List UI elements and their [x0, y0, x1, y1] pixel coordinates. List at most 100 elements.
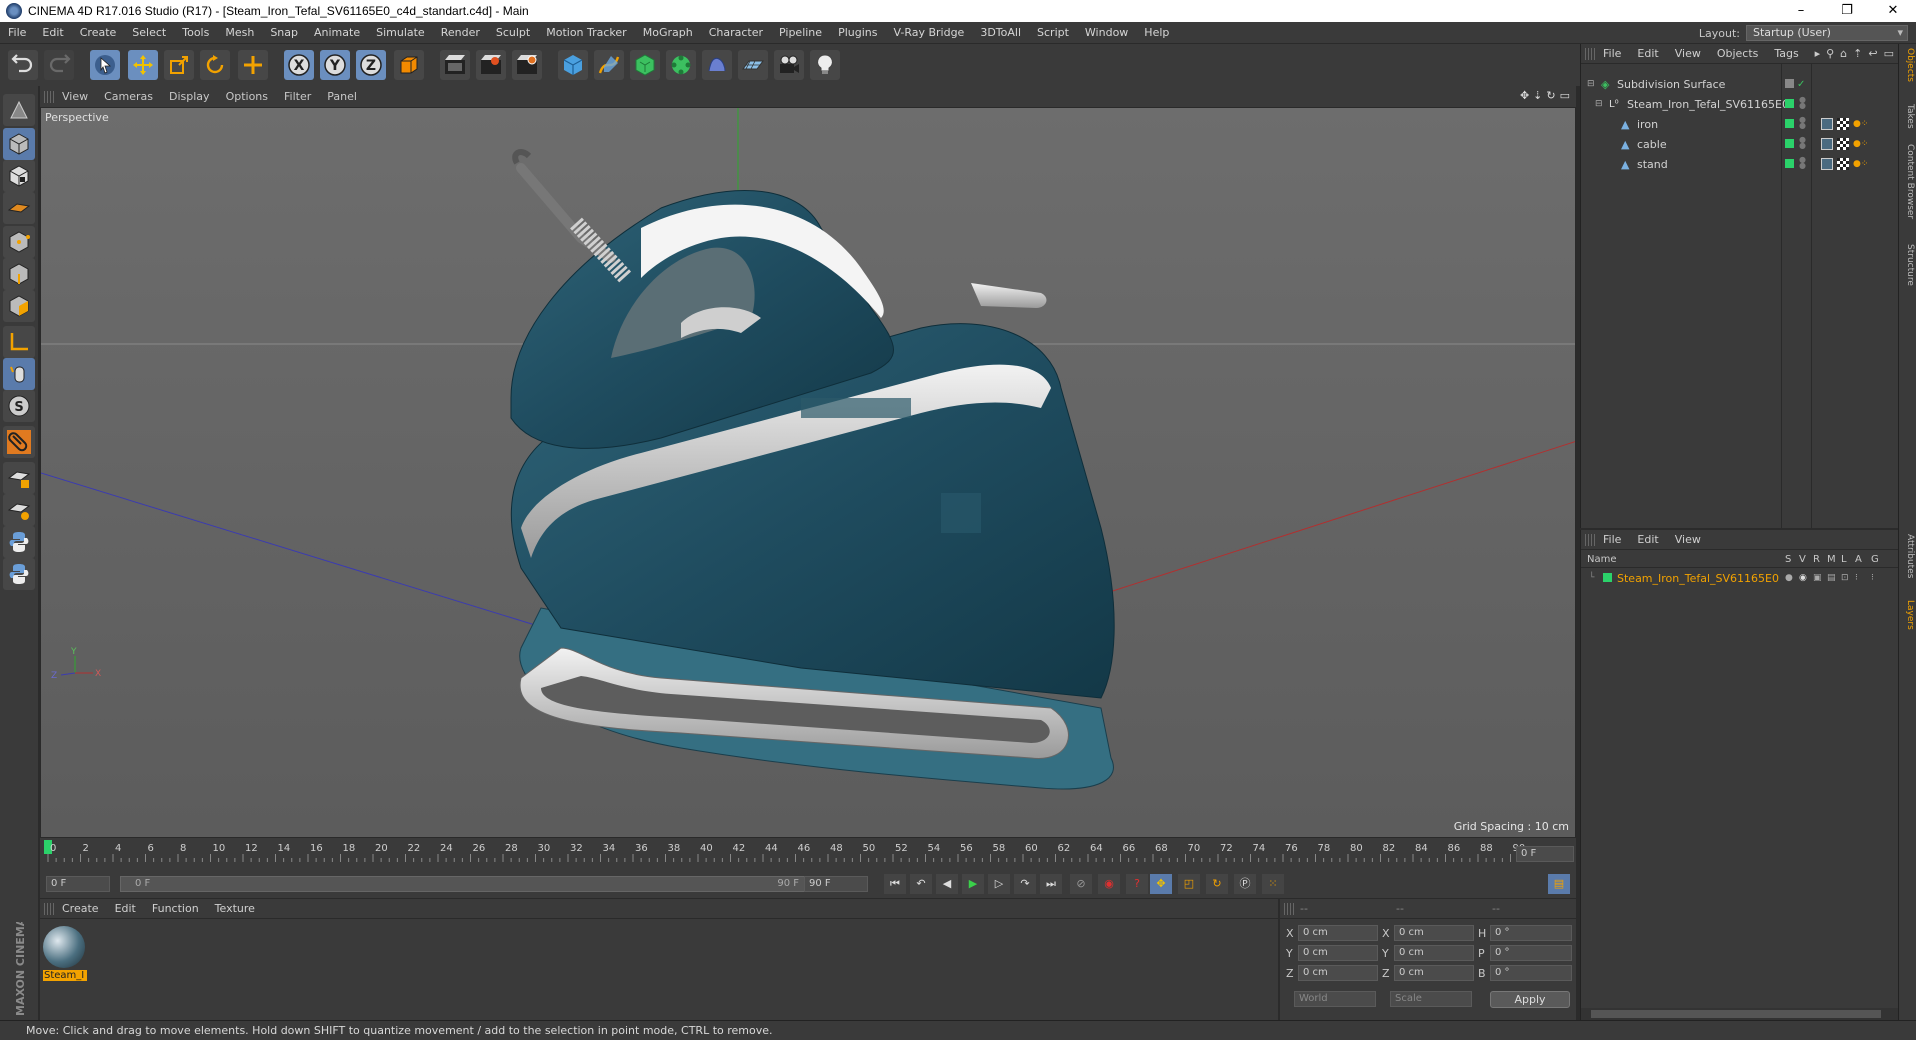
- snap-icon[interactable]: S: [3, 390, 35, 422]
- object-row-iron[interactable]: ▲ iron ● ● ●⁘: [1581, 116, 1899, 132]
- 3d-viewport[interactable]: Y X Z Perspective Grid Spacing : 10 cm: [40, 107, 1576, 838]
- layer-row[interactable]: └ Steam_Iron_Tefal_SV61165E0 ● ◉ ▣ ▤ ⊡ ⁝…: [1581, 570, 1899, 586]
- layer-solo-icon[interactable]: ●: [1785, 573, 1793, 583]
- position-x-field[interactable]: 0 cm: [1298, 925, 1378, 941]
- key-scale-icon[interactable]: ◰: [1178, 874, 1200, 894]
- layers-menu-edit[interactable]: Edit: [1629, 533, 1666, 546]
- close-button[interactable]: ✕: [1870, 0, 1916, 22]
- visibility-dots-icon[interactable]: ● ●: [1799, 116, 1806, 130]
- end-frame-field[interactable]: 90 F: [804, 876, 868, 892]
- timeline-ruler[interactable]: 0 2 4 6 8 10 12 14 16 18 20 22 24 26 28 30 32 34 36 38 40 42 4…: [40, 838, 1576, 870]
- material-tag-icon[interactable]: [1821, 118, 1833, 130]
- current-frame-field[interactable]: 0 F: [1516, 846, 1574, 862]
- position-y-field[interactable]: 0 cm: [1298, 945, 1378, 961]
- phong-tag-icon[interactable]: ●⁘: [1853, 139, 1868, 149]
- tab-content-browser[interactable]: Content Browser: [1901, 144, 1915, 219]
- objects-home-icon[interactable]: ⌂: [1840, 47, 1847, 60]
- key-rotation-icon[interactable]: ↻: [1206, 874, 1228, 894]
- layer-swatch[interactable]: [1785, 159, 1794, 168]
- texture-tag-icon[interactable]: [1837, 138, 1849, 150]
- tab-attributes[interactable]: Attributes: [1901, 534, 1915, 578]
- autokey-icon[interactable]: ◉: [1098, 874, 1120, 894]
- tab-takes[interactable]: Takes: [1901, 104, 1915, 129]
- render-view-icon[interactable]: [440, 50, 470, 80]
- goto-start-icon[interactable]: ⏮: [884, 874, 906, 894]
- points-mode-icon[interactable]: [3, 226, 35, 258]
- workplane-icon[interactable]: [3, 192, 35, 224]
- menu-motion-tracker[interactable]: Motion Tracker: [538, 22, 634, 44]
- layer-visible-icon[interactable]: ◉: [1799, 573, 1807, 583]
- polygons-mode-icon[interactable]: [3, 290, 35, 322]
- menu-sculpt[interactable]: Sculpt: [488, 22, 538, 44]
- y-axis-icon[interactable]: Y: [320, 50, 350, 80]
- visibility-dots-icon[interactable]: ● ●: [1799, 156, 1806, 170]
- viewport-menu-view[interactable]: View: [54, 90, 96, 103]
- texture-tag-icon[interactable]: [1837, 158, 1849, 170]
- material-menu-function[interactable]: Function: [144, 902, 207, 915]
- frame-range-slider[interactable]: 0 F 90 F: [120, 876, 814, 892]
- texture-tag-icon[interactable]: [1837, 118, 1849, 130]
- viewport-menu-options[interactable]: Options: [218, 90, 276, 103]
- rotation-p-field[interactable]: 0 °: [1490, 945, 1572, 961]
- planar-workplane-icon[interactable]: [3, 494, 35, 526]
- menu-3dtoall[interactable]: 3DToAll: [972, 22, 1029, 44]
- size-x-field[interactable]: 0 cm: [1394, 925, 1474, 941]
- tweak-mode-icon[interactable]: [3, 358, 35, 390]
- menu-character[interactable]: Character: [701, 22, 771, 44]
- layer-swatch[interactable]: [1785, 139, 1794, 148]
- scale-icon[interactable]: [164, 50, 194, 80]
- panel-grip-icon[interactable]: [1585, 47, 1595, 60]
- viewport-menu-filter[interactable]: Filter: [276, 90, 319, 103]
- select-arrow-icon[interactable]: [90, 50, 120, 80]
- z-axis-icon[interactable]: Z: [356, 50, 386, 80]
- deformer-icon[interactable]: [702, 50, 732, 80]
- object-row-subdivision[interactable]: ⊟ ◈ Subdivision Surface ✓: [1581, 76, 1899, 92]
- menu-mograph[interactable]: MoGraph: [635, 22, 701, 44]
- key-position-icon[interactable]: ✥: [1150, 874, 1172, 894]
- objects-menu-view[interactable]: View: [1667, 47, 1709, 60]
- redo-icon[interactable]: [44, 50, 74, 80]
- menu-render[interactable]: Render: [433, 22, 488, 44]
- objects-menu-edit[interactable]: Edit: [1629, 47, 1666, 60]
- menu-help[interactable]: Help: [1136, 22, 1177, 44]
- material-menu-edit[interactable]: Edit: [107, 902, 144, 915]
- make-editable-icon[interactable]: [3, 94, 35, 126]
- next-key-icon[interactable]: ↷: [1014, 874, 1036, 894]
- panel-grip-icon[interactable]: [44, 90, 54, 103]
- layer-manager-icon[interactable]: ▤: [1827, 573, 1836, 583]
- object-row-stand[interactable]: ▲ stand ● ● ●⁘: [1581, 156, 1899, 172]
- objects-more-icon[interactable]: ▸: [1815, 47, 1821, 60]
- apply-button[interactable]: Apply: [1490, 991, 1570, 1008]
- visibility-dots-icon[interactable]: ● ●: [1799, 96, 1806, 110]
- move-icon[interactable]: [128, 50, 158, 80]
- layer-scrollbar-thumb[interactable]: [1591, 1010, 1881, 1018]
- edges-mode-icon[interactable]: [3, 258, 35, 290]
- subdivision-icon[interactable]: [630, 50, 660, 80]
- objects-menu-file[interactable]: File: [1595, 47, 1629, 60]
- objects-back-icon[interactable]: ↩: [1868, 47, 1877, 60]
- key-param-icon[interactable]: Ⓟ: [1234, 874, 1256, 894]
- panel-grip-icon[interactable]: [44, 902, 54, 915]
- cube-icon[interactable]: [558, 50, 588, 80]
- visibility-dots-icon[interactable]: ● ●: [1799, 136, 1806, 150]
- array-icon[interactable]: [666, 50, 696, 80]
- prev-key-icon[interactable]: ↶: [910, 874, 932, 894]
- size-y-field[interactable]: 0 cm: [1394, 945, 1474, 961]
- layer-render-icon[interactable]: ▣: [1813, 573, 1822, 583]
- rotation-h-field[interactable]: 0 °: [1490, 925, 1572, 941]
- floor-icon[interactable]: [738, 50, 768, 80]
- collapse-icon[interactable]: ⊟: [1587, 79, 1595, 89]
- coord-space-dropdown[interactable]: World: [1294, 991, 1376, 1007]
- objects-menu-tags[interactable]: Tags: [1766, 47, 1806, 60]
- keyframe-selection-icon[interactable]: ?: [1126, 874, 1148, 894]
- layer-animation-icon[interactable]: ⁝: [1855, 573, 1858, 583]
- layer-swatch[interactable]: [1785, 119, 1794, 128]
- layer-lock-icon[interactable]: ⊡: [1841, 573, 1849, 583]
- x-axis-icon[interactable]: X: [284, 50, 314, 80]
- menu-edit[interactable]: Edit: [34, 22, 71, 44]
- render-settings-icon[interactable]: [512, 50, 542, 80]
- pen-spline-icon[interactable]: [594, 50, 624, 80]
- objects-up-icon[interactable]: ⇡: [1853, 47, 1862, 60]
- objects-menu-objects[interactable]: Objects: [1709, 47, 1767, 60]
- menu-simulate[interactable]: Simulate: [368, 22, 433, 44]
